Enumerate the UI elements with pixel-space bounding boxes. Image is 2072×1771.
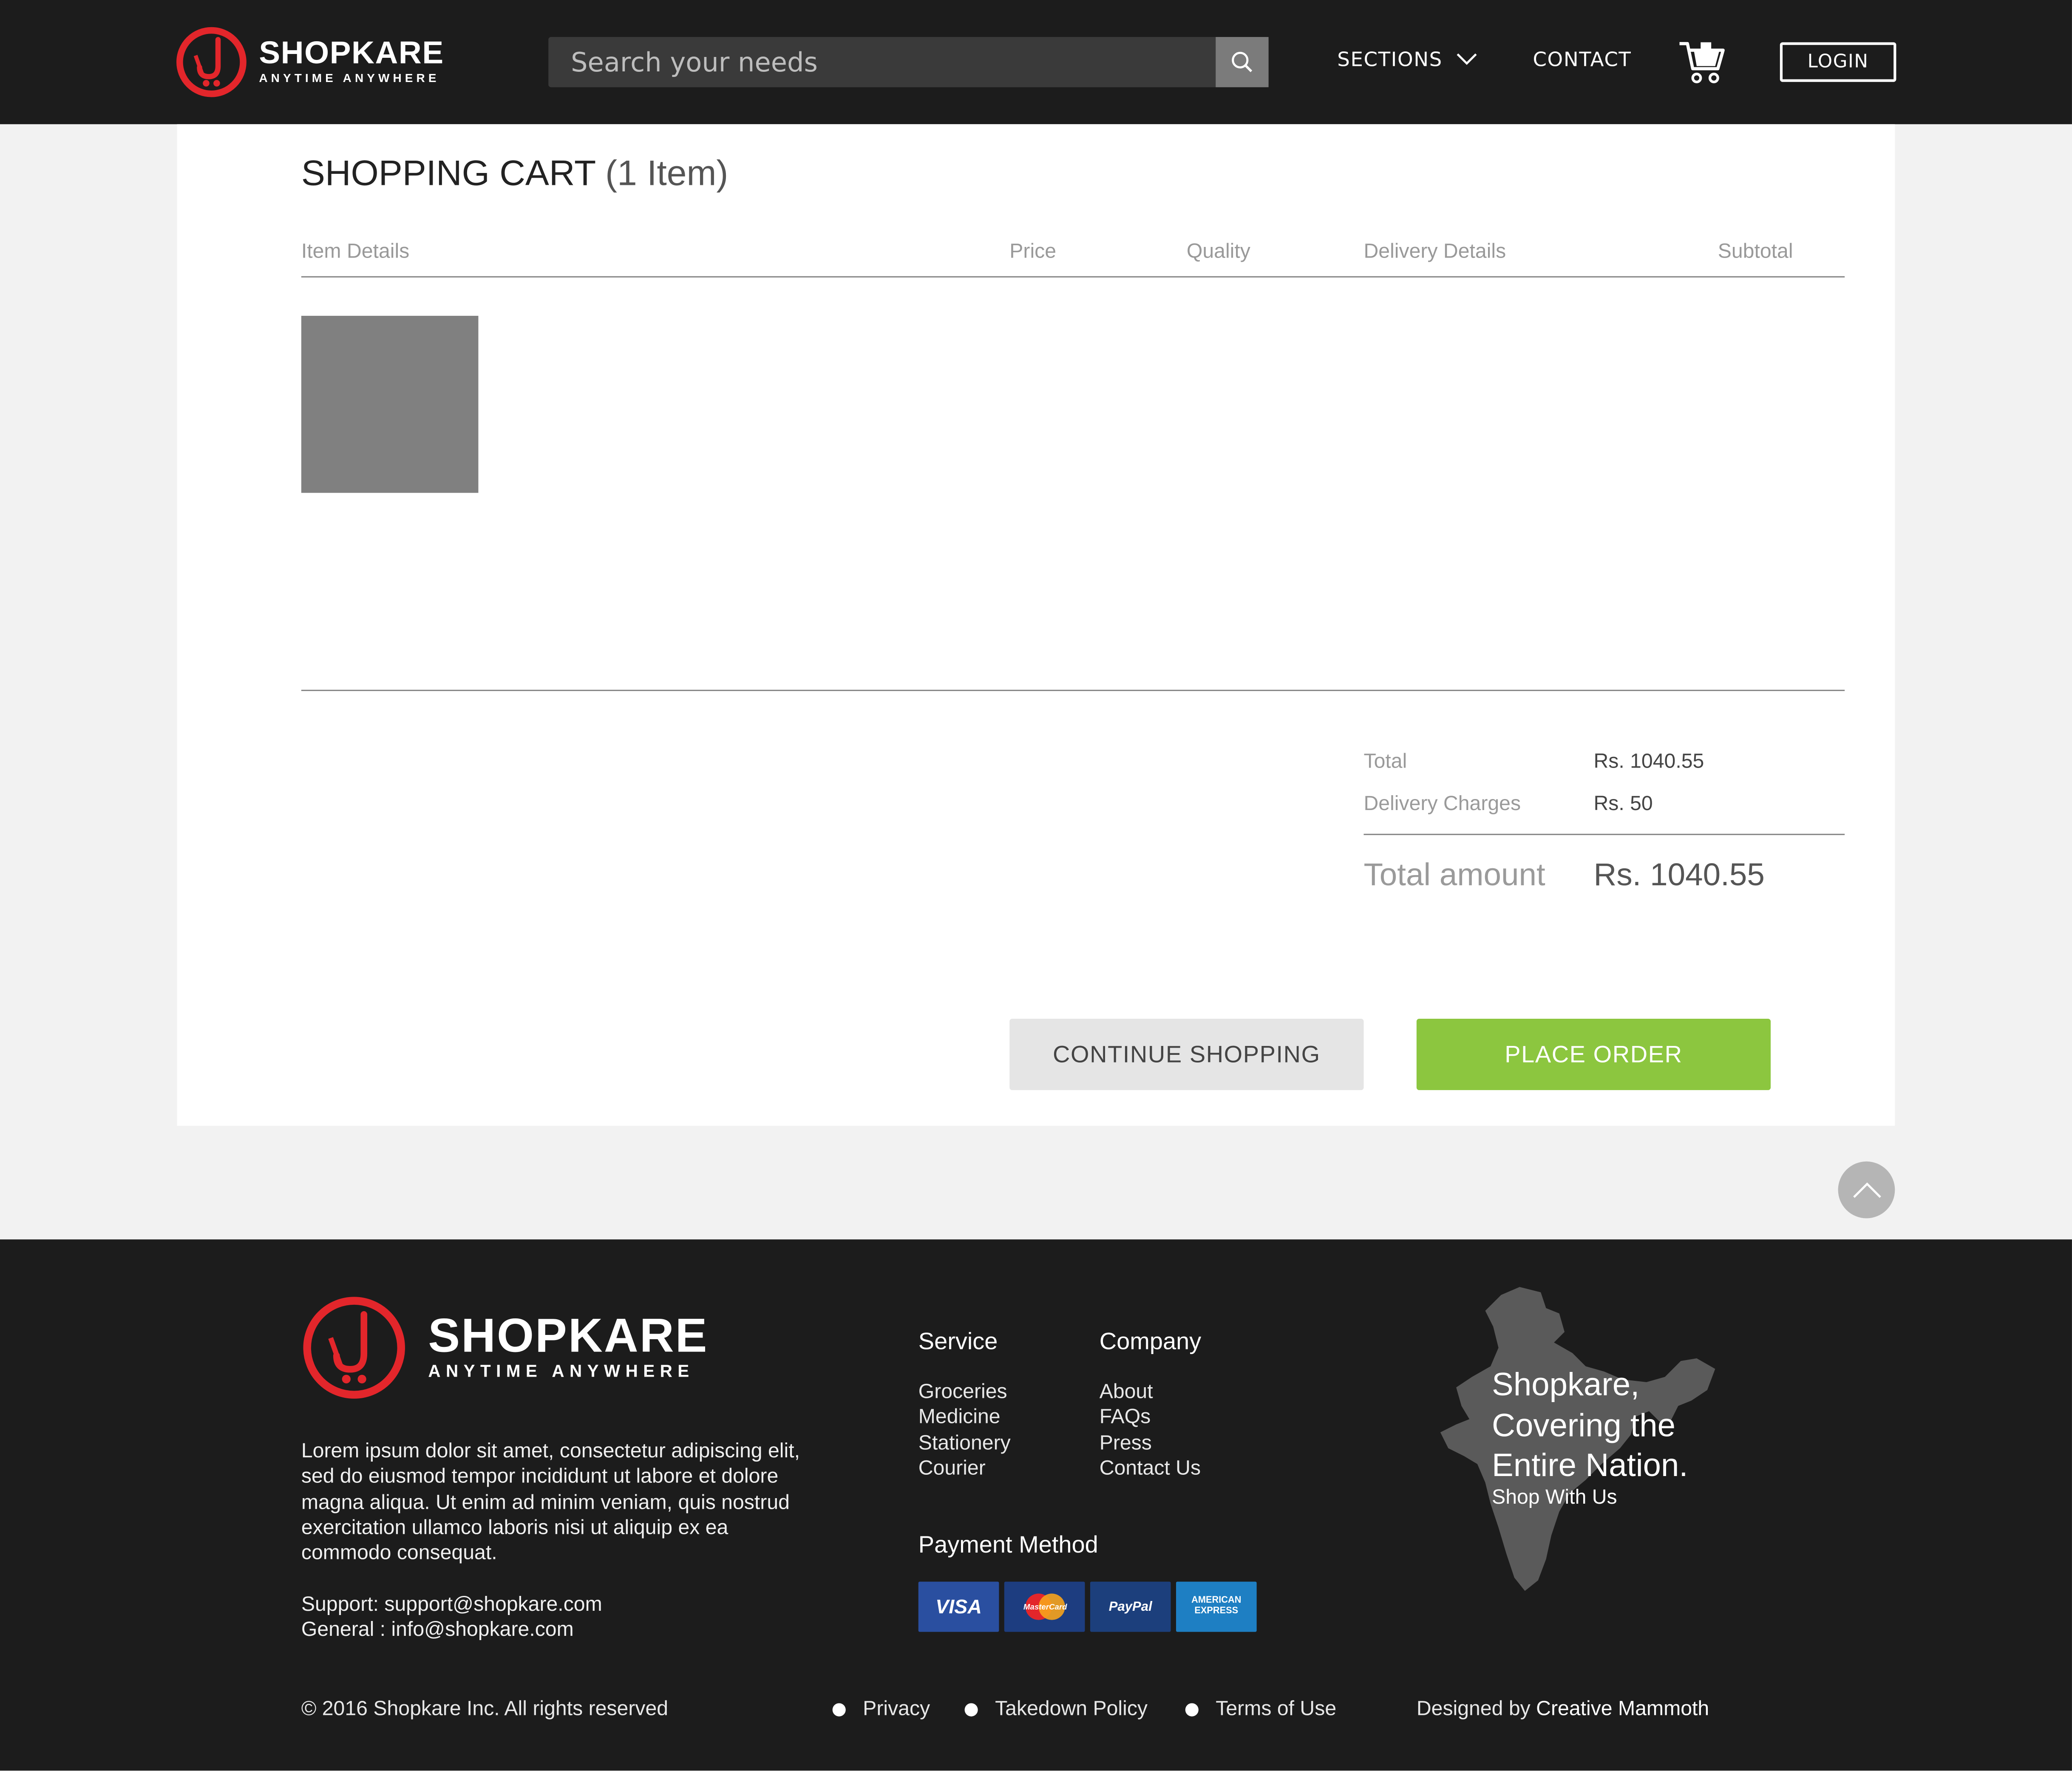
- footer: SHOPKARE ANYTIME ANYWHERE Lorem ipsum do…: [0, 1239, 2072, 1771]
- search-icon: [1232, 51, 1253, 72]
- designer-credit: Designed by Creative Mammoth: [1417, 1698, 1709, 1722]
- mastercard-circles: MasterCard: [1023, 1593, 1067, 1620]
- footer-brand-tagline: ANYTIME ANYWHERE: [428, 1361, 694, 1381]
- cart-item-count: (1 Item): [605, 153, 728, 193]
- map-line-3: Entire Nation.: [1492, 1448, 1688, 1485]
- bullet-icon: [1185, 1703, 1199, 1717]
- company-list: About FAQs Press Contact Us: [1100, 1380, 1201, 1482]
- amex-card-icon: AMERICAN EXPRESS: [1176, 1581, 1257, 1632]
- total-amount-label: Total amount: [1363, 857, 1545, 893]
- credit-name[interactable]: Creative Mammoth: [1536, 1698, 1709, 1720]
- top-header: SHOPKARE ANYTIME ANYWHERE SECTIONS CONTA…: [0, 0, 2072, 125]
- paypal-card-icon: PayPal: [1090, 1581, 1171, 1632]
- brand-tagline: ANYTIME ANYWHERE: [259, 71, 440, 85]
- service-heading: Service: [918, 1328, 998, 1354]
- summary-delivery-value: Rs. 50: [1593, 793, 1653, 816]
- items-divider: [301, 689, 1845, 691]
- footer-link-takedown-label: Takedown Policy: [995, 1698, 1148, 1720]
- service-link-stationery[interactable]: Stationery: [918, 1431, 1011, 1456]
- service-link-courier[interactable]: Courier: [918, 1456, 1011, 1482]
- payment-cards: VISA MasterCard PayPal AMERICAN EXPRESS: [918, 1581, 1257, 1632]
- payment-heading: Payment Method: [918, 1531, 1098, 1558]
- column-subtotal: Subtotal: [1718, 240, 1793, 263]
- mastercard-icon: MasterCard: [1004, 1581, 1085, 1632]
- nav-sections-label: SECTIONS: [1337, 47, 1443, 71]
- map-subtitle: Shop With Us: [1492, 1486, 1617, 1509]
- scroll-to-top-button[interactable]: [1838, 1161, 1895, 1218]
- map-tagline: Shopkare, Covering the Entire Nation.: [1492, 1366, 1688, 1488]
- search-input[interactable]: [548, 37, 1216, 88]
- nav-contact[interactable]: CONTACT: [1533, 48, 1631, 71]
- company-heading: Company: [1099, 1328, 1202, 1354]
- column-price: Price: [1009, 240, 1057, 263]
- footer-link-terms[interactable]: Terms of Use: [1185, 1698, 1336, 1722]
- nav-sections[interactable]: SECTIONS: [1337, 48, 1477, 71]
- company-link-press[interactable]: Press: [1100, 1431, 1201, 1456]
- mastercard-label: MasterCard: [1023, 1602, 1066, 1611]
- search-button[interactable]: [1216, 37, 1269, 88]
- company-link-about[interactable]: About: [1100, 1380, 1201, 1405]
- general-email[interactable]: General : info@shopkare.com: [301, 1618, 602, 1643]
- page-title: SHOPPING CART (1 Item): [301, 153, 728, 194]
- map-line-2: Covering the: [1492, 1408, 1675, 1444]
- service-link-groceries[interactable]: Groceries: [918, 1380, 1011, 1405]
- header-logo[interactable]: SHOPKARE ANYTIME ANYWHERE: [176, 26, 444, 98]
- login-button[interactable]: LOGIN: [1780, 42, 1896, 82]
- place-order-button[interactable]: PLACE ORDER: [1416, 1019, 1771, 1090]
- total-amount-value: Rs. 1040.55: [1593, 857, 1765, 893]
- logo-mark-icon: [176, 27, 247, 97]
- product-thumbnail[interactable]: [301, 316, 479, 493]
- map-line-1: Shopkare,: [1492, 1367, 1640, 1403]
- summary-divider: [1363, 833, 1845, 835]
- service-link-medicine[interactable]: Medicine: [918, 1405, 1011, 1431]
- footer-logo[interactable]: SHOPKARE ANYTIME ANYWHERE: [301, 1295, 709, 1401]
- search-bar: [548, 37, 1269, 88]
- cart-title-text: SHOPPING CART: [301, 153, 595, 193]
- bullet-icon: [964, 1703, 978, 1717]
- company-link-contact[interactable]: Contact Us: [1100, 1456, 1201, 1482]
- footer-contact: Support: support@shopkare.com General : …: [301, 1592, 602, 1643]
- header-divider: [301, 276, 1845, 278]
- column-quality: Quality: [1186, 240, 1250, 263]
- footer-link-terms-label: Terms of Use: [1216, 1698, 1337, 1720]
- footer-about-text: Lorem ipsum dolor sit amet, consectetur …: [301, 1440, 800, 1565]
- cart-icon[interactable]: [1678, 40, 1726, 85]
- cart-panel: SHOPPING CART (1 Item) Item Details Pric…: [177, 124, 1895, 1126]
- summary-total-label: Total: [1363, 750, 1407, 773]
- chevron-down-icon: [1456, 53, 1477, 65]
- copyright: © 2016 Shopkare Inc. All rights reserved: [301, 1698, 669, 1720]
- continue-shopping-button[interactable]: CONTINUE SHOPPING: [1009, 1019, 1364, 1090]
- footer-link-takedown[interactable]: Takedown Policy: [964, 1698, 1148, 1722]
- visa-card-icon: VISA: [918, 1581, 999, 1632]
- arrow-up-icon: [1852, 1182, 1881, 1197]
- logo-mark-icon: [303, 1297, 405, 1399]
- page: SHOPKARE ANYTIME ANYWHERE SECTIONS CONTA…: [0, 0, 2072, 1771]
- service-list: Groceries Medicine Stationery Courier: [918, 1380, 1011, 1482]
- bullet-icon: [832, 1703, 846, 1717]
- column-delivery-details: Delivery Details: [1363, 240, 1506, 263]
- footer-link-privacy-label: Privacy: [863, 1698, 930, 1720]
- summary-delivery-label: Delivery Charges: [1363, 793, 1521, 816]
- company-link-faqs[interactable]: FAQs: [1100, 1405, 1201, 1431]
- footer-brand-name: SHOPKARE: [428, 1308, 709, 1363]
- credit-prefix: Designed by: [1416, 1698, 1531, 1720]
- brand-name: SHOPKARE: [259, 35, 444, 71]
- support-email[interactable]: Support: support@shopkare.com: [301, 1592, 602, 1618]
- column-item-details: Item Details: [301, 240, 410, 263]
- summary-total-value: Rs. 1040.55: [1593, 750, 1704, 773]
- footer-link-privacy[interactable]: Privacy: [832, 1698, 930, 1722]
